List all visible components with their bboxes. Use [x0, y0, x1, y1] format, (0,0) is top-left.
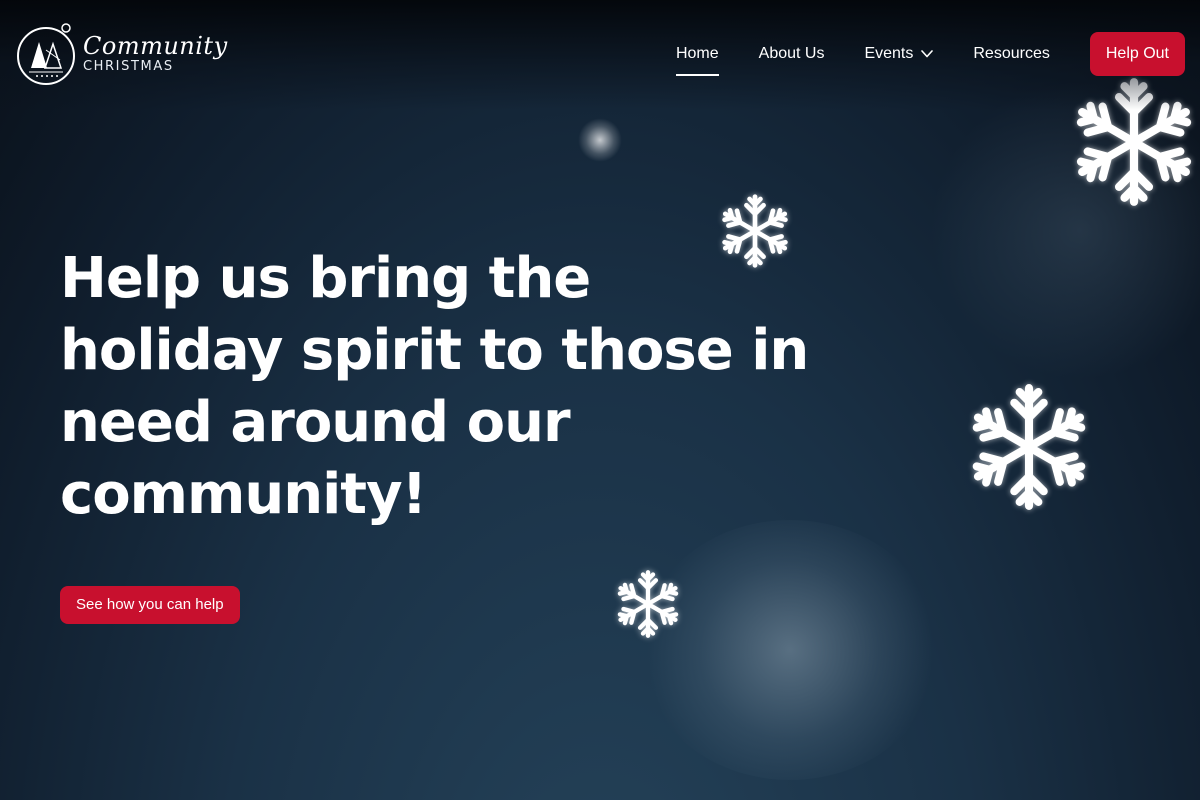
- hero-heading: Help us bring the holiday spirit to thos…: [60, 243, 820, 531]
- hero-heading-line: community!: [60, 462, 427, 527]
- bokeh-light: [640, 520, 940, 780]
- snowflake-icon: [612, 570, 684, 644]
- nav-item-label: About Us: [758, 45, 825, 62]
- nav-item-home[interactable]: Home: [675, 32, 719, 76]
- chevron-down-icon: [921, 50, 934, 58]
- snowflake-icon: [962, 384, 1096, 522]
- hero-heading-line: need around our: [60, 390, 571, 455]
- site-logo[interactable]: Community CHRISTMAS: [15, 20, 228, 86]
- hero-heading-line: holiday spirit to those in: [60, 318, 809, 383]
- bokeh-light: [578, 118, 622, 162]
- nav-item-events[interactable]: Events: [864, 32, 934, 76]
- logo-script-text: Community: [83, 31, 228, 60]
- logo-tree-icon: [17, 23, 75, 85]
- hero-heading-line: Help us bring the: [60, 246, 591, 311]
- nav-item-about-us[interactable]: About Us: [759, 32, 825, 76]
- see-how-you-can-help-button[interactable]: See how you can help: [60, 586, 240, 624]
- nav-item-label: Events: [864, 45, 914, 62]
- help-out-button[interactable]: Help Out: [1089, 32, 1185, 76]
- main-nav: Home About Us Events Resources Help Out: [656, 32, 1185, 76]
- site-header: Community CHRISTMAS Home About Us Events…: [0, 0, 1200, 110]
- logo-caps-text: CHRISTMAS: [83, 58, 174, 74]
- nav-item-label: Resources: [973, 45, 1050, 62]
- nav-item-label: Home: [675, 45, 719, 62]
- nav-item-resources[interactable]: Resources: [973, 32, 1049, 76]
